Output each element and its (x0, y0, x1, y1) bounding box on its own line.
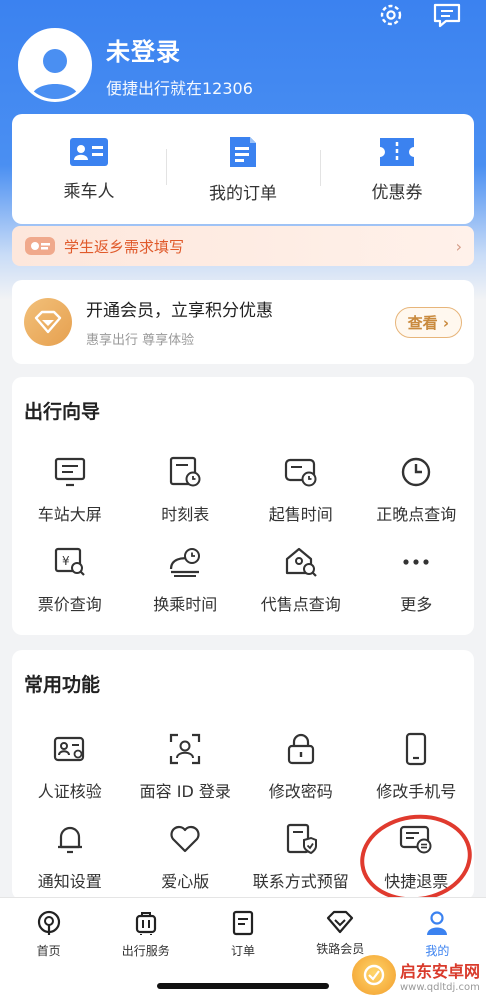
tab-label: 出行服务 (121, 944, 170, 958)
guide-item-more[interactable]: 更多 (359, 545, 475, 635)
bell-icon (57, 826, 82, 854)
timetable-icon (170, 456, 201, 487)
section-title: 出行向导 (24, 401, 101, 423)
grid-item-label: 更多 (400, 595, 433, 614)
quick-item-passenger[interactable]: 乘车人 (12, 137, 166, 202)
common-item-change-password[interactable]: 修改密码 (243, 732, 359, 822)
membership-subtitle: 惠享出行 尊享体验 (86, 333, 195, 348)
common-item-id-verify[interactable]: 人证核验 (12, 732, 128, 822)
student-banner-label: 学生返乡需求填写 (64, 237, 185, 256)
guide-item-sale-time[interactable]: 起售时间 (243, 455, 359, 545)
heart-icon (170, 825, 200, 853)
tab-home[interactable]: 首页 (0, 898, 97, 1000)
membership-title: 开通会员，立享积分优惠 (86, 301, 273, 321)
avatar[interactable] (18, 28, 92, 102)
watermark-name: 启东安卓网 (399, 961, 480, 981)
guide-item-fare-query[interactable]: ¥ 票价查询 (12, 545, 128, 635)
gear-icon[interactable] (374, 0, 408, 30)
travel-guide-section: 出行向导 车站大屏 时刻表 起售时间 正晚点查询 ¥ 票价查询 换乘时间 代售点… (12, 377, 474, 635)
quick-item-label: 我的订单 (209, 183, 277, 204)
site-watermark: 启东安卓网 www.qdltdj.com (351, 955, 480, 995)
grid-item-label: 人证核验 (37, 782, 102, 801)
fare-search-icon: ¥ (54, 547, 85, 576)
clock-icon (402, 457, 431, 487)
guide-item-delay-query[interactable]: 正晚点查询 (359, 455, 475, 545)
common-item-face-id[interactable]: 面容 ID 登录 (128, 732, 244, 822)
grid-item-label: 换乘时间 (153, 595, 218, 614)
quick-item-coupons[interactable]: 优惠券 (320, 136, 474, 203)
tab-label: 订单 (231, 944, 256, 958)
guide-item-station-screen[interactable]: 车站大屏 (12, 455, 128, 545)
coupon-icon (380, 137, 414, 166)
station-screen-icon (54, 457, 85, 487)
grid-item-label: 面容 ID 登录 (139, 782, 231, 801)
user-avatar-icon (31, 49, 79, 99)
grid-item-label: 修改手机号 (376, 782, 457, 801)
lock-icon (287, 733, 314, 765)
login-title[interactable]: 未登录 (106, 32, 253, 67)
sale-time-icon (284, 458, 317, 487)
id-verify-icon (53, 736, 84, 762)
user-icon (427, 911, 448, 935)
section-title: 常用功能 (24, 674, 101, 696)
quick-item-label: 优惠券 (371, 182, 423, 203)
profile-section[interactable]: 未登录 便捷出行就在12306 (18, 28, 253, 102)
common-item-change-phone[interactable]: 修改手机号 (359, 732, 475, 822)
diamond-badge-icon (24, 298, 72, 346)
student-ticket-icon (25, 237, 55, 255)
tab-label: 首页 (36, 944, 61, 958)
quick-actions-card: 乘车人 我的订单 优惠券 (12, 114, 474, 224)
grid-item-label: 通知设置 (37, 872, 102, 891)
home-indicator[interactable] (157, 983, 329, 989)
login-subtitle: 便捷出行就在12306 (106, 78, 253, 98)
guide-item-agency-query[interactable]: 代售点查询 (243, 545, 359, 635)
watermark-url: www.qdltdj.com (399, 981, 480, 993)
phone-icon (406, 732, 427, 766)
message-icon[interactable] (430, 0, 464, 30)
passenger-card-icon (70, 137, 108, 166)
contact-shield-icon (286, 823, 317, 855)
diamond-icon (327, 910, 354, 934)
grid-item-label: 票价查询 (37, 595, 102, 614)
more-icon (403, 559, 429, 565)
chevron-right-icon: › (455, 236, 462, 256)
luggage-icon (135, 912, 156, 935)
grid-item-label: 爱心版 (161, 872, 210, 891)
grid-item-label: 正晚点查询 (376, 505, 457, 524)
transfer-time-icon (170, 548, 201, 577)
grid-item-label: 代售点查询 (260, 595, 341, 614)
guide-item-transfer-time[interactable]: 换乘时间 (128, 545, 244, 635)
view-button-label: 查看 (407, 313, 438, 332)
svg-text:¥: ¥ (62, 554, 70, 568)
grid-item-label: 联系方式预留 (252, 872, 349, 891)
order-doc-icon (230, 136, 256, 167)
agency-search-icon (285, 547, 317, 577)
quick-item-orders[interactable]: 我的订单 (166, 135, 320, 204)
grid-item-label: 修改密码 (268, 782, 333, 801)
quick-item-label: 乘车人 (63, 181, 115, 202)
student-return-banner[interactable]: 学生返乡需求填写 › (12, 226, 474, 266)
face-id-icon (170, 733, 201, 765)
watermark-logo-icon (351, 955, 396, 995)
grid-item-label: 起售时间 (268, 505, 333, 524)
order-icon (232, 910, 254, 936)
grid-item-label: 车站大屏 (37, 505, 102, 524)
train-home-icon (37, 910, 60, 935)
grid-item-label: 时刻表 (161, 505, 210, 524)
view-membership-button[interactable]: 查看 › (394, 306, 462, 338)
header-actions (374, 0, 464, 30)
guide-item-timetable[interactable]: 时刻表 (128, 455, 244, 545)
membership-card[interactable]: 开通会员，立享积分优惠 惠享出行 尊享体验 查看 › (12, 280, 474, 364)
